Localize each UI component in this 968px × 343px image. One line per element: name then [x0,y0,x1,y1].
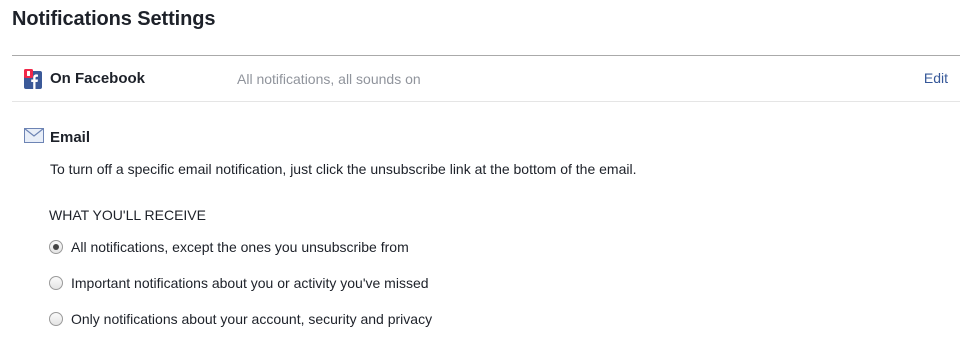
email-section-label: Email [50,129,91,146]
facebook-icon [24,69,44,89]
radio-button[interactable] [49,276,63,290]
page-title: Notifications Settings [12,8,216,30]
email-description: To turn off a specific email notificatio… [50,161,637,177]
radio-option-label[interactable]: All notifications, except the ones you u… [71,239,409,255]
edit-link[interactable]: Edit [924,70,948,86]
receive-heading: WHAT YOU'LL RECEIVE [49,207,206,223]
radio-button-selected[interactable] [49,240,63,254]
radio-button[interactable] [49,312,63,326]
envelope-icon [24,128,44,143]
on-facebook-label: On Facebook [50,70,146,87]
on-facebook-row: On Facebook All notifications, all sound… [12,56,960,102]
radio-option-label[interactable]: Only notifications about your account, s… [71,311,432,327]
radio-option-all[interactable]: All notifications, except the ones you u… [49,238,409,256]
radio-option-important[interactable]: Important notifications about you or act… [49,274,429,292]
radio-option-label[interactable]: Important notifications about you or act… [71,275,429,291]
radio-option-account-only[interactable]: Only notifications about your account, s… [49,310,432,328]
on-facebook-summary: All notifications, all sounds on [237,71,421,87]
